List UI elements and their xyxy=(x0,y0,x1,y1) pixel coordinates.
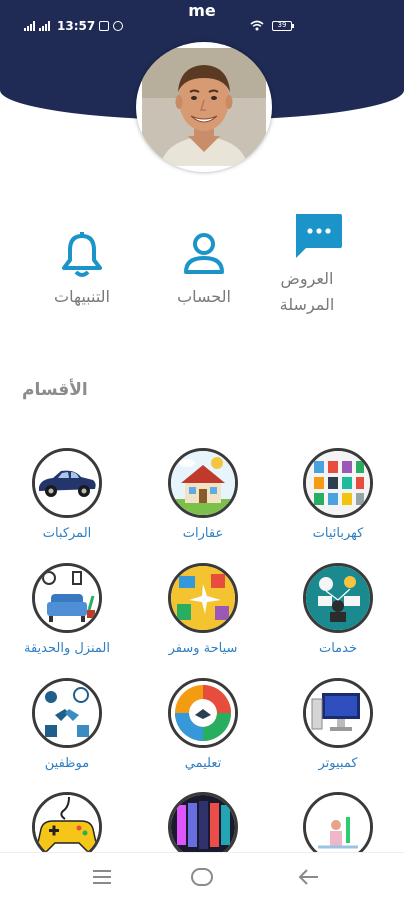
recent-apps-icon[interactable] xyxy=(92,869,112,885)
bell-icon xyxy=(62,232,102,277)
category-computers[interactable]: كمبيوتر xyxy=(283,678,393,771)
category-education[interactable]: تعليمي xyxy=(148,678,258,771)
sent-offers-label: العروض المرسلة xyxy=(279,269,335,314)
category-label: كمبيوتر xyxy=(318,756,358,771)
furniture-icon xyxy=(35,566,99,630)
category-image xyxy=(303,678,373,748)
screen-title: me xyxy=(188,1,216,20)
category-label: موظفين xyxy=(44,756,90,771)
wifi-icon xyxy=(250,20,264,31)
account-action[interactable]: الحساب xyxy=(166,232,242,310)
notifications-action[interactable]: التنبيهات xyxy=(36,232,128,310)
category-home-garden[interactable]: المنزل والحديقة xyxy=(12,563,122,656)
category-electronics[interactable]: كهربائيات xyxy=(283,448,393,541)
battery-icon: 39 xyxy=(272,20,294,31)
computer-icon xyxy=(306,681,370,745)
chat-bubble-icon xyxy=(296,214,342,258)
user-icon xyxy=(184,233,224,274)
category-label: المنزل والحديقة xyxy=(24,641,110,656)
cellular-signal-2-icon xyxy=(39,21,50,31)
travel-icon xyxy=(171,566,235,630)
category-image xyxy=(32,678,102,748)
category-services[interactable]: خدمات xyxy=(283,563,393,656)
category-employees[interactable]: موظفين xyxy=(12,678,122,771)
category-image xyxy=(303,563,373,633)
education-icon xyxy=(171,681,235,745)
category-label: سياحة وسفر xyxy=(168,641,238,656)
category-vehicles[interactable]: المركبات xyxy=(12,448,122,541)
system-navigation-bar xyxy=(0,852,404,900)
category-image xyxy=(168,563,238,633)
status-right-group: 39 xyxy=(250,20,294,31)
category-label: المركبات xyxy=(42,526,92,541)
status-left-group: 13:57 xyxy=(24,19,124,33)
category-label: عقارات xyxy=(182,526,224,541)
category-label: تعليمي xyxy=(184,756,222,771)
category-label: كهربائيات xyxy=(312,526,364,541)
mail-notification-icon xyxy=(99,21,110,31)
category-label: خدمات xyxy=(318,641,358,656)
categories-heading: الأقسام xyxy=(22,380,88,400)
category-image xyxy=(168,448,238,518)
profile-avatar[interactable] xyxy=(136,42,272,172)
appliances-icon xyxy=(306,451,370,515)
category-real-estate[interactable]: عقارات xyxy=(148,448,258,541)
sent-offers-action[interactable]: العروض المرسلة xyxy=(262,212,352,318)
notifications-label: التنبيهات xyxy=(54,287,110,306)
gamepad-icon xyxy=(35,795,99,859)
category-image xyxy=(168,678,238,748)
category-image xyxy=(32,448,102,518)
illustration-icon xyxy=(306,795,370,859)
person-photo-icon xyxy=(142,48,266,166)
home-icon[interactable] xyxy=(190,867,214,887)
status-time: 13:57 xyxy=(57,19,96,33)
category-image xyxy=(303,448,373,518)
account-label: الحساب xyxy=(177,287,231,306)
category-travel[interactable]: سياحة وسفر xyxy=(148,563,258,656)
mobile-phones-icon xyxy=(171,795,235,859)
whatsapp-notification-icon xyxy=(113,21,124,31)
services-icon xyxy=(306,566,370,630)
category-image xyxy=(32,563,102,633)
back-icon[interactable] xyxy=(298,868,320,886)
employees-icon xyxy=(35,681,99,745)
car-icon xyxy=(35,451,99,515)
house-icon xyxy=(171,451,235,515)
cellular-signal-icon xyxy=(24,21,35,31)
